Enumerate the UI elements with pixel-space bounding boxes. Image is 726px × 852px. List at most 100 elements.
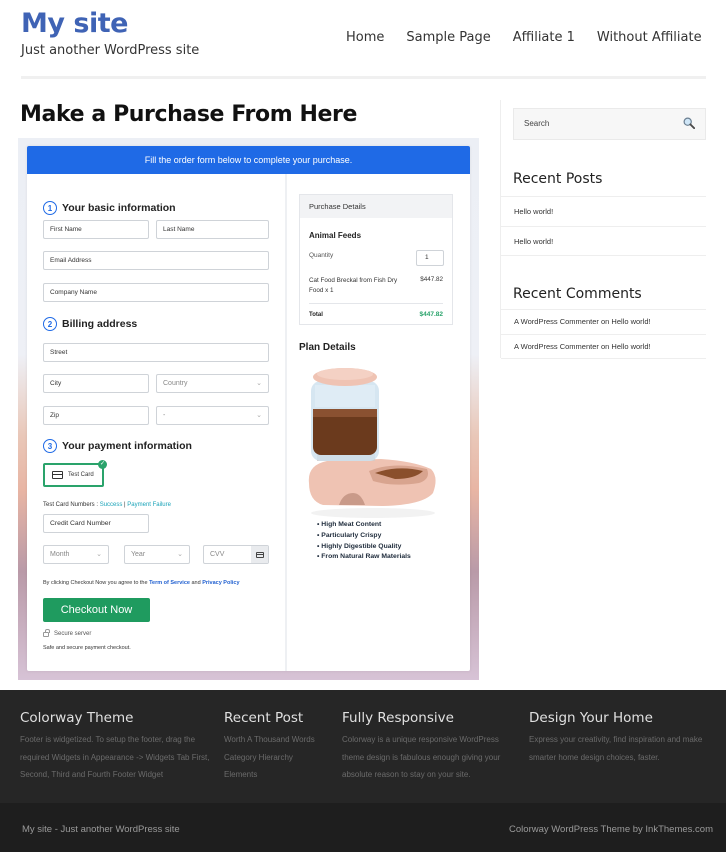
line-item-price: $447.82 [420,276,443,283]
month-select[interactable]: Month ⌄ [43,545,109,564]
nav-affiliate-1[interactable]: Affiliate 1 [513,30,575,45]
year-value: Year [131,551,146,558]
recent-comments-title: Recent Comments [513,286,642,302]
payment-method-label: Test Card [68,472,94,478]
city-field[interactable]: City [43,374,149,393]
footer-theme-credit[interactable]: Colorway WordPress Theme by InkThemes.co… [509,824,713,835]
feature-item: High Meat Content [317,520,411,531]
page-title: Make a Purchase From Here [20,102,357,127]
step-basic-info: 1 Your basic information [43,201,176,215]
credit-card-icon [52,471,63,479]
recent-post-link[interactable]: Hello world! [501,226,706,256]
secure-server-label: Secure server [54,630,92,637]
footer-col-text: Colorway is a unique responsive WordPres… [342,735,501,779]
step-title: Billing address [62,318,138,330]
agree-text: By clicking Checkout Now you agree to th… [43,580,150,586]
checkout-now-button[interactable]: Checkout Now [43,598,150,622]
footer-col-colorway: Colorway Theme Footer is widgetized. To … [20,710,215,784]
payment-failure-link[interactable]: Payment Failure [127,502,171,508]
step-number-2: 2 [43,317,57,331]
step-payment: 3 Your payment information [43,439,192,453]
footer-col-recent-post: Recent Post Worth A Thousand Words Categ… [224,710,334,784]
cvv-card-icon [251,546,268,563]
street-field[interactable]: Street [43,343,269,362]
country-select[interactable]: Country ⌄ [156,374,269,393]
step-title: Your basic information [62,202,176,214]
feature-item: Particularly Crispy [317,531,411,542]
total-label: Total [309,312,323,318]
quantity-label: Quantity [309,252,334,259]
main-nav: Home Sample Page Affiliate 1 Without Aff… [346,30,702,45]
card-number-field[interactable]: Credit Card Number [43,514,149,533]
footer-widgets: Colorway Theme Footer is widgetized. To … [0,690,726,803]
zip-field[interactable]: Zip [43,406,149,425]
footer-bottom-bar: My site - Just another WordPress site Co… [0,803,726,852]
checkout-banner: Fill the order form below to complete yo… [27,146,470,174]
success-link[interactable]: Success [100,502,123,508]
feature-item: From Natural Raw Materials [317,552,411,563]
step-billing: 2 Billing address [43,317,137,331]
footer-col-title: Fully Responsive [342,710,454,726]
recent-posts-title: Recent Posts [513,171,603,187]
test-numbers-label: Test Card Numbers : [43,502,100,508]
payment-method-test-card[interactable]: Test Card ✓ [43,460,107,487]
recent-post-link[interactable]: Hello world! [501,196,706,226]
check-icon: ✓ [98,460,107,469]
site-title[interactable]: My site [21,8,128,39]
checkout-card: Fill the order form below to complete yo… [27,146,470,671]
checkout-image: Fill the order form below to complete yo… [18,138,479,680]
step-number-3: 3 [43,439,57,453]
privacy-link[interactable]: Privacy Policy [202,580,239,586]
secure-server: Secure server [43,629,92,637]
step-title: Your payment information [62,440,192,452]
site-header: My site Just another WordPress site Home… [0,0,726,80]
divider [309,303,443,304]
agree-and: and [189,580,203,586]
search-input[interactable]: Search [513,108,706,140]
year-select[interactable]: Year ⌄ [124,545,190,564]
purchase-details: Purchase Details Animal Feeds Quantity 1… [299,194,453,325]
test-card-numbers: Test Card Numbers : Success | Payment Fa… [43,502,171,508]
nav-home[interactable]: Home [346,30,384,45]
country-value: Country [163,380,188,387]
footer-post-link[interactable]: Elements [224,766,334,784]
lock-icon [43,629,50,637]
footer-post-link[interactable]: Category Hierarchy [224,749,334,767]
search-icon[interactable] [683,117,695,129]
footer-post-link[interactable]: Worth A Thousand Words [224,731,334,749]
nav-without-affiliate[interactable]: Without Affiliate [597,30,702,45]
footer-col-text: Express your creativity, find inspiratio… [529,735,703,762]
state-value: - [163,412,166,419]
cvv-placeholder: CVV [210,551,225,558]
footer-col-design: Design Your Home Express your creativity… [529,710,721,766]
safe-checkout-text: Safe and secure payment checkout. [43,645,131,651]
nav-sample-page[interactable]: Sample Page [406,30,490,45]
footer-col-text: Footer is widgetized. To setup the foote… [20,735,210,779]
plan-details-title: Plan Details [299,342,356,353]
footer-col-title: Colorway Theme [20,710,134,726]
terms-link[interactable]: Term of Service [149,580,190,586]
step-number-1: 1 [43,201,57,215]
footer-col-title: Design Your Home [529,710,653,726]
company-field[interactable]: Company Name [43,283,269,302]
feature-list: High Meat Content Particularly Crispy Hi… [317,520,411,563]
first-name-field[interactable]: First Name [43,220,149,239]
footer-site-credit: My site - Just another WordPress site [22,824,180,835]
quantity-input[interactable]: 1 [416,250,444,266]
chevron-down-icon: ⌄ [256,380,262,387]
search-placeholder: Search [524,119,550,128]
last-name-field[interactable]: Last Name [156,220,269,239]
recent-comment-link[interactable]: A WordPress Commenter on Hello world! [501,334,706,359]
footer-col-responsive: Fully Responsive Colorway is a unique re… [342,710,520,784]
feature-item: Highly Digestible Quality [317,542,411,553]
state-select[interactable]: - ⌄ [156,406,269,425]
month-value: Month [50,551,70,558]
cvv-field[interactable]: CVV [203,545,269,564]
recent-comment-link[interactable]: A WordPress Commenter on Hello world! [501,309,706,334]
chevron-down-icon: ⌄ [96,551,102,558]
total-amount: $447.82 [419,311,444,318]
footer-col-title: Recent Post [224,710,304,726]
site-tagline: Just another WordPress site [21,43,200,58]
email-field[interactable]: Email Address [43,251,269,270]
chevron-down-icon: ⌄ [256,412,262,419]
